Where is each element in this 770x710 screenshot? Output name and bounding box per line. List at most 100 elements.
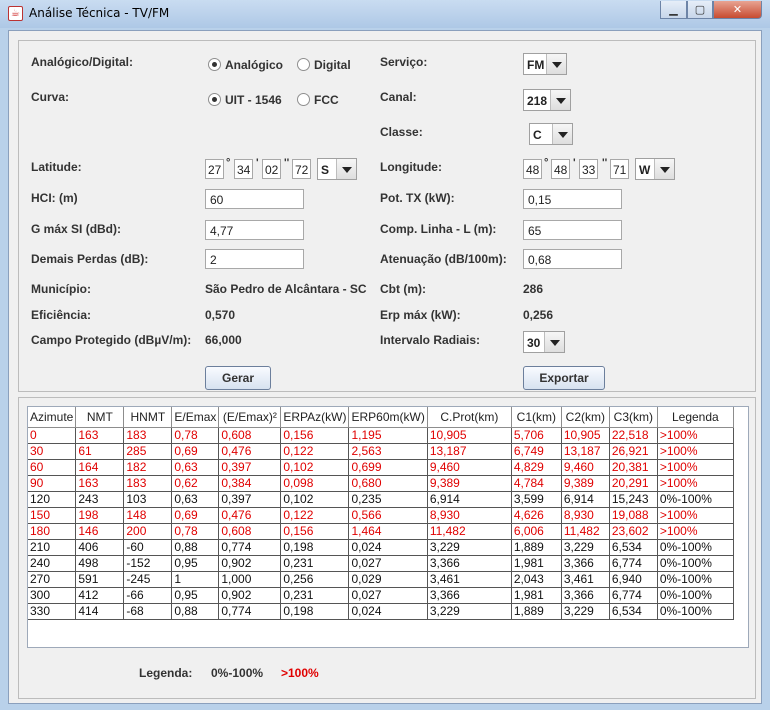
uit-radio-label[interactable]: UIT - 1546 bbox=[225, 93, 282, 107]
hci-label: HCI: (m) bbox=[31, 191, 78, 205]
table-cell: 0,78 bbox=[171, 427, 220, 444]
radiais-select[interactable]: 30 bbox=[523, 331, 565, 353]
chevron-down-icon[interactable] bbox=[552, 124, 572, 144]
lon-hemisphere-select[interactable]: W bbox=[635, 158, 675, 180]
column-header[interactable]: Legenda bbox=[657, 407, 734, 428]
table-cell: 1,981 bbox=[511, 587, 562, 604]
gmax-label: G máx SI (dBd): bbox=[31, 222, 122, 236]
digital-radio[interactable] bbox=[297, 58, 310, 71]
column-header[interactable]: (E/Emax)² bbox=[218, 407, 282, 428]
lon-degrees-field[interactable]: 48 bbox=[523, 159, 542, 179]
minimize-button[interactable]: ▁ bbox=[660, 1, 687, 19]
table-row[interactable]: 240 498 -152 0,95 0,902 0,231 0,027 3,366 1,981 3… bbox=[28, 555, 734, 572]
lon-seconds-field[interactable]: 33 bbox=[579, 159, 598, 179]
table-header-row: Azimute NMT HNMT E/Emax (E/Emax)² ERPAz(kW) ER… bbox=[28, 407, 734, 428]
lat-minutes-field[interactable]: 34 bbox=[234, 159, 253, 179]
column-header[interactable]: ERPAz(kW) bbox=[280, 407, 350, 428]
table-cell: >100% bbox=[657, 475, 734, 492]
table-row[interactable]: 30 61 285 0,69 0,476 0,122 2,563 13,187 6,749 13,… bbox=[28, 443, 734, 460]
column-header[interactable]: NMT bbox=[75, 407, 125, 428]
chevron-down-icon[interactable] bbox=[544, 332, 564, 352]
analog-radio[interactable] bbox=[208, 58, 221, 71]
table-cell: 146 bbox=[75, 523, 125, 540]
table-row[interactable]: 120 243 103 0,63 0,397 0,102 0,235 6,914 3,599 6,… bbox=[28, 491, 734, 508]
table-cell: 180 bbox=[28, 523, 77, 540]
table-cell: 3,599 bbox=[511, 491, 562, 508]
table-cell: 0,256 bbox=[280, 571, 350, 588]
classe-select[interactable]: C bbox=[529, 123, 573, 145]
second-symbol: '' bbox=[602, 157, 608, 169]
column-header[interactable]: Azimute bbox=[28, 407, 77, 428]
java-cup-icon: ☕ bbox=[8, 6, 23, 21]
column-header[interactable]: E/Emax bbox=[171, 407, 220, 428]
column-header[interactable]: C2(km) bbox=[561, 407, 610, 428]
table-cell: 240 bbox=[28, 555, 77, 572]
table-row[interactable]: 0 163 183 0,78 0,608 0,156 1,195 10,905 5,706 10,… bbox=[28, 427, 734, 444]
table-cell: 3,229 bbox=[427, 539, 512, 556]
table-cell: 0%-100% bbox=[657, 539, 734, 556]
chevron-down-icon[interactable] bbox=[336, 159, 356, 179]
column-header[interactable]: HNMT bbox=[123, 407, 173, 428]
legend-normal: 0%-100% bbox=[211, 666, 264, 680]
table-row[interactable]: 180 146 200 0,78 0,608 0,156 1,464 11,482 6,006 1… bbox=[28, 523, 734, 540]
lat-seconds-field[interactable]: 02 bbox=[262, 159, 281, 179]
results-table-scroll[interactable]: Azimute NMT HNMT E/Emax (E/Emax)² ERPAz(kW) ER… bbox=[27, 406, 749, 648]
table-cell: 1,889 bbox=[511, 539, 562, 556]
table-cell: 9,460 bbox=[427, 459, 512, 476]
chevron-down-icon[interactable] bbox=[546, 54, 566, 74]
pot-tx-field[interactable]: 0,15 bbox=[523, 189, 622, 209]
column-header[interactable]: C.Prot(km) bbox=[427, 407, 512, 428]
chevron-down-icon[interactable] bbox=[654, 159, 674, 179]
hci-field[interactable]: 60 bbox=[205, 189, 304, 209]
table-cell: 3,366 bbox=[427, 555, 512, 572]
losses-field[interactable]: 2 bbox=[205, 249, 304, 269]
column-header[interactable]: C3(km) bbox=[609, 407, 658, 428]
fcc-radio-label[interactable]: FCC bbox=[314, 93, 339, 107]
municipio-label: Município: bbox=[31, 282, 91, 296]
digital-radio-label[interactable]: Digital bbox=[314, 58, 351, 72]
table-row[interactable]: 210 406 -60 0,88 0,774 0,198 0,024 3,229 1,889 3,… bbox=[28, 539, 734, 556]
comp-linha-field[interactable]: 65 bbox=[523, 220, 622, 240]
lon-decimal-field[interactable]: 71 bbox=[610, 159, 629, 179]
table-cell: 163 bbox=[75, 475, 125, 492]
table-cell: 11,482 bbox=[561, 523, 610, 540]
gmax-field[interactable]: 4,77 bbox=[205, 220, 304, 240]
table-cell: 0,476 bbox=[218, 443, 282, 460]
table-row[interactable]: 150 198 148 0,69 0,476 0,122 0,566 8,930 4,626 8,… bbox=[28, 507, 734, 524]
lat-degrees-field[interactable]: 27 bbox=[205, 159, 224, 179]
fcc-radio[interactable] bbox=[297, 93, 310, 106]
chevron-down-icon[interactable] bbox=[550, 90, 570, 110]
close-button[interactable]: ✕ bbox=[713, 1, 762, 19]
table-cell: >100% bbox=[657, 507, 734, 524]
latitude-label: Latitude: bbox=[31, 160, 82, 174]
table-cell: 330 bbox=[28, 603, 77, 620]
column-header[interactable]: C1(km) bbox=[511, 407, 562, 428]
table-row[interactable]: 90 163 183 0,62 0,384 0,098 0,680 9,389 4,784 9,3… bbox=[28, 475, 734, 492]
maximize-button[interactable]: ▢ bbox=[687, 1, 713, 19]
lat-decimal-field[interactable]: 72 bbox=[292, 159, 311, 179]
analog-digital-label: Analógico/Digital: bbox=[31, 55, 133, 69]
cbt-label: Cbt (m): bbox=[380, 282, 426, 296]
canal-select[interactable]: 218 bbox=[523, 89, 571, 111]
servico-select[interactable]: FM bbox=[523, 53, 567, 75]
atenuacao-field[interactable]: 0,68 bbox=[523, 249, 622, 269]
table-cell: 0,476 bbox=[218, 507, 282, 524]
table-row[interactable]: 330 414 -68 0,88 0,774 0,198 0,024 3,229 1,889 3,… bbox=[28, 603, 734, 620]
table-cell: 3,366 bbox=[427, 587, 512, 604]
table-cell: 163 bbox=[75, 427, 125, 444]
gerar-button[interactable]: Gerar bbox=[205, 366, 271, 390]
lon-minutes-field[interactable]: 48 bbox=[551, 159, 570, 179]
table-cell: 8,930 bbox=[427, 507, 512, 524]
table-cell: 20,291 bbox=[609, 475, 658, 492]
table-row[interactable]: 270 591 -245 1 1,000 0,256 0,029 3,461 2,043 3,46… bbox=[28, 571, 734, 588]
lat-hemisphere-select[interactable]: S bbox=[317, 158, 357, 180]
exportar-button[interactable]: Exportar bbox=[523, 366, 605, 390]
table-row[interactable]: 300 412 -66 0,95 0,902 0,231 0,027 3,366 1,981 3,… bbox=[28, 587, 734, 604]
table-cell: 3,366 bbox=[561, 555, 610, 572]
table-cell: 243 bbox=[75, 491, 125, 508]
column-header[interactable]: ERP60m(kW) bbox=[348, 407, 428, 428]
analog-radio-label[interactable]: Analógico bbox=[225, 58, 283, 72]
table-cell: 200 bbox=[123, 523, 173, 540]
table-row[interactable]: 60 164 182 0,63 0,397 0,102 0,699 9,460 4,829 9,4… bbox=[28, 459, 734, 476]
uit-radio[interactable] bbox=[208, 93, 221, 106]
